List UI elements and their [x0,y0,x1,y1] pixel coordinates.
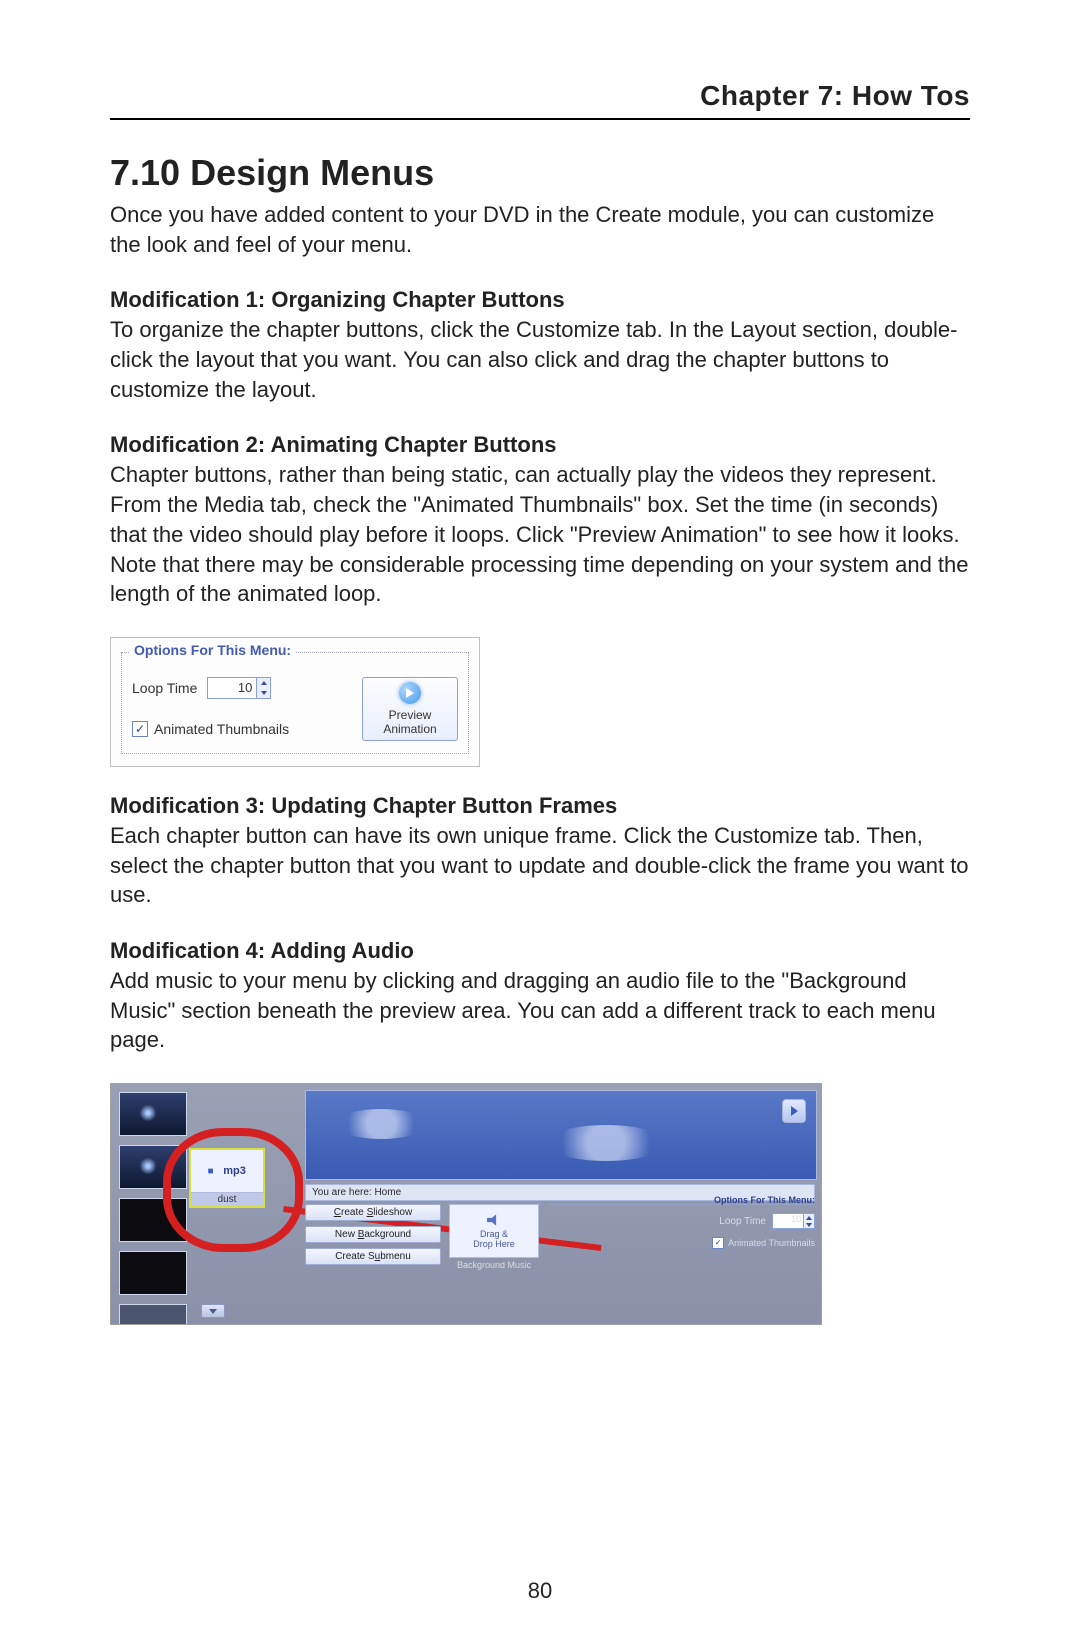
animated-thumbnails-checkbox-mini[interactable]: ✓ [712,1237,724,1249]
mod4-heading: Modification 4: Adding Audio [110,938,970,964]
options-panel-figure: Options For This Menu: Loop Time 10 [110,637,480,767]
new-background-button[interactable]: New Background [305,1226,441,1243]
mod2-body: Chapter buttons, rather than being stati… [110,460,970,608]
options-panel-mini: Options For This Menu: Loop Time 10 ✓ An… [549,1204,815,1249]
create-slideshow-button[interactable]: Create Slideshow [305,1204,441,1221]
thumbnail[interactable] [119,1198,187,1242]
chapter-header: Chapter 7: How Tos [110,80,970,120]
mp3-file-tile[interactable]: mp3 dust [189,1148,265,1216]
background-music-figure: mp3 dust You are here: Home Create Slide… [110,1083,822,1325]
mod4-body: Add music to your menu by clicking and d… [110,966,970,1055]
loop-time-label: Loop Time [132,680,197,696]
drop-line2: Drop Here [473,1239,515,1249]
section-title: 7.10 Design Menus [110,152,970,194]
options-legend: Options For This Menu: [130,642,295,658]
spin-up-icon[interactable] [257,678,270,688]
page-number: 80 [0,1578,1080,1604]
drop-line1: Drag & [480,1229,508,1239]
preview-label-2: Animation [371,722,449,736]
options-legend-mini: Options For This Menu: [549,1195,815,1205]
thumbnail[interactable] [119,1304,187,1325]
animated-thumbnails-checkbox[interactable]: ✓ [132,721,148,737]
preview-label-1: Preview [371,708,449,722]
mod2-heading: Modification 2: Animating Chapter Button… [110,432,970,458]
speaker-icon [487,1213,501,1227]
play-arrow-icon [399,682,421,704]
menu-preview-area [305,1090,817,1180]
mp3-filename: dust [191,1193,263,1206]
next-page-button[interactable] [782,1099,806,1123]
loop-time-value-mini: 10 [773,1214,803,1228]
spin-down-icon[interactable] [257,688,270,698]
mod3-body: Each chapter button can have its own uni… [110,821,970,910]
spin-down-icon[interactable] [804,1221,814,1228]
background-music-label: Background Music [449,1260,539,1270]
thumbnail[interactable] [119,1251,187,1295]
mod1-body: To organize the chapter buttons, click t… [110,315,970,404]
preview-animation-button[interactable]: Preview Animation [362,677,458,741]
loop-time-label-mini: Loop Time [719,1216,766,1227]
thumbnail[interactable] [119,1092,187,1136]
animated-thumbnails-label-mini: Animated Thumbnails [728,1238,815,1248]
speaker-icon [208,1165,220,1177]
mp3-format-label: mp3 [223,1165,246,1177]
animated-thumbnails-label: Animated Thumbnails [154,721,289,737]
create-submenu-button[interactable]: Create Submenu [305,1248,441,1265]
scroll-down-icon[interactable] [201,1304,225,1318]
spin-up-icon[interactable] [804,1214,814,1221]
background-music-dropzone[interactable]: Drag & Drop Here [449,1204,539,1258]
loop-time-spinbox[interactable]: 10 [207,677,271,699]
thumbnail[interactable] [119,1145,187,1189]
section-intro: Once you have added content to your DVD … [110,200,970,259]
mod1-heading: Modification 1: Organizing Chapter Butto… [110,287,970,313]
mod3-heading: Modification 3: Updating Chapter Button … [110,793,970,819]
loop-time-value: 10 [208,678,256,698]
loop-time-spinbox-mini[interactable]: 10 [772,1213,815,1229]
